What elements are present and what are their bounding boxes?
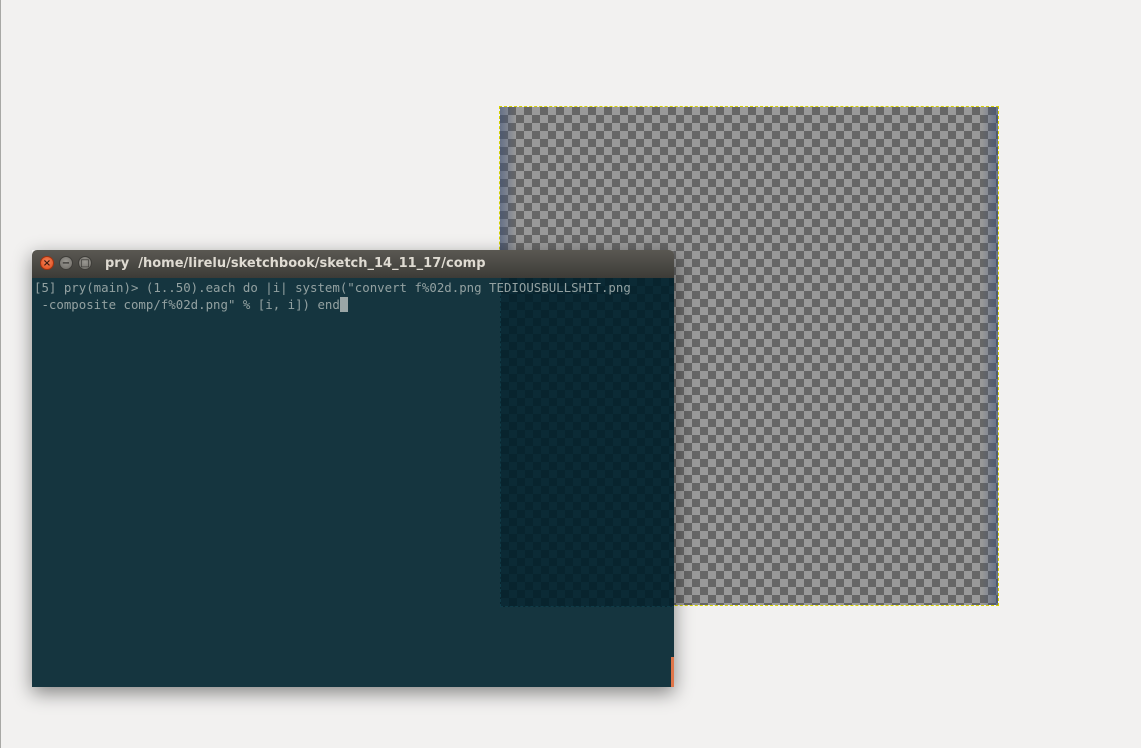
maximize-window-button[interactable]: □ bbox=[78, 256, 92, 270]
resize-grip[interactable] bbox=[671, 657, 674, 687]
text-cursor bbox=[339, 297, 348, 312]
maximize-icon: □ bbox=[80, 258, 90, 269]
terminal-output[interactable]: [5] pry(main)> (1..50).each do |i| syste… bbox=[34, 279, 631, 313]
minimize-icon: − bbox=[61, 258, 71, 269]
terminal-line: -composite comp/f%02d.png" % [i, i]) end bbox=[34, 297, 340, 312]
minimize-window-button[interactable]: − bbox=[59, 256, 73, 270]
desktop: × − □ pry /home/lirelu/sketchbook/sketch… bbox=[0, 0, 1141, 748]
canvas-edge-shade-right bbox=[982, 107, 998, 605]
canvas-overlap-through-terminal bbox=[500, 278, 674, 607]
screen-edge-divider bbox=[0, 0, 1, 748]
terminal-body[interactable]: [5] pry(main)> (1..50).each do |i| syste… bbox=[32, 278, 674, 687]
terminal-line: [5] pry(main)> (1..50).each do |i| syste… bbox=[34, 280, 631, 295]
close-window-button[interactable]: × bbox=[40, 256, 54, 270]
window-title: pry /home/lirelu/sketchbook/sketch_14_11… bbox=[105, 256, 486, 271]
close-icon: × bbox=[42, 258, 52, 269]
terminal-window[interactable]: × − □ pry /home/lirelu/sketchbook/sketch… bbox=[32, 250, 674, 687]
terminal-titlebar[interactable]: × − □ pry /home/lirelu/sketchbook/sketch… bbox=[32, 250, 674, 278]
